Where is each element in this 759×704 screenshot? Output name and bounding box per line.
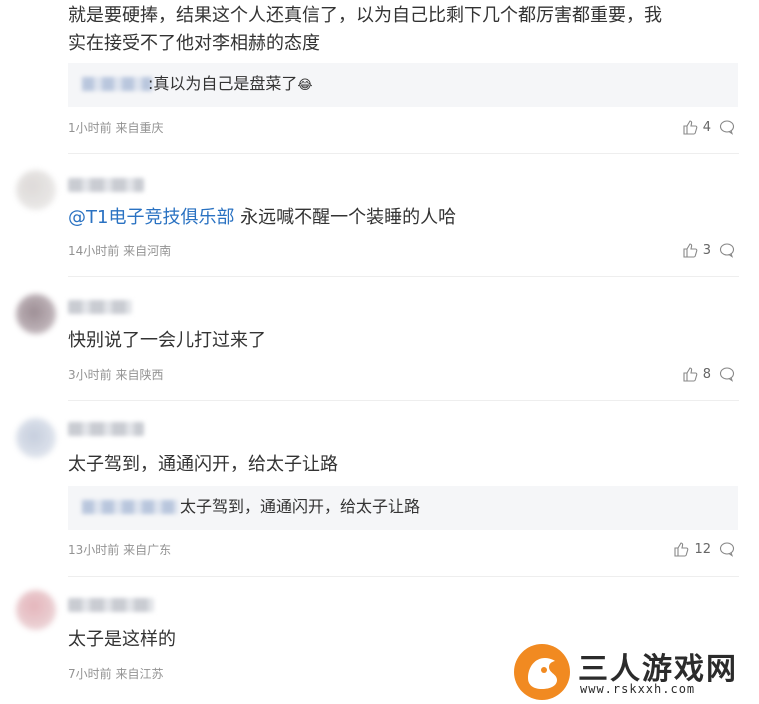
reply-username[interactable] (82, 500, 178, 514)
like-count: 8 (702, 366, 711, 382)
comment-meta: 13小时前 来自广东 (68, 543, 172, 557)
comment-bubble-icon[interactable] (719, 119, 735, 135)
comment-meta: 7小时前 来自江苏 (68, 667, 164, 681)
like-button[interactable]: 3 (682, 242, 711, 258)
username[interactable] (68, 178, 144, 192)
username[interactable] (68, 598, 154, 612)
like-button[interactable]: 12 (673, 541, 711, 557)
comment-text: 就是要硬捧，结果这个人还真信了，以为自己比剩下几个都厉害都重要，我 (68, 5, 662, 26)
comment-meta: 3小时前 来自陕西 (68, 368, 164, 382)
comment-meta: 1小时前 来自重庆 (68, 121, 164, 135)
site-url: www.rskxxh.com (580, 682, 696, 696)
divider (68, 400, 739, 401)
thumbs-up-icon (683, 243, 698, 258)
laugh-emoji-icon: 😂 (297, 78, 313, 93)
avatar[interactable] (16, 294, 56, 334)
comment-text: 快别说了一会儿打过来了 (68, 330, 266, 351)
like-button[interactable]: 8 (682, 366, 711, 382)
reply-text: :真以为自己是盘菜了😂 (148, 74, 313, 93)
reply-quote[interactable]: 太子驾到，通通闪开，给太子让路 (68, 486, 738, 530)
comment-bubble-icon[interactable] (719, 242, 735, 258)
comment-text: 实在接受不了他对李相赫的态度 (68, 33, 320, 54)
reply-quote[interactable]: :真以为自己是盘菜了😂 (68, 63, 738, 107)
thumbs-up-icon (674, 542, 689, 557)
comment-text: 太子驾到，通通闪开，给太子让路 (68, 454, 338, 475)
mention-link[interactable]: @T1电子竞技俱乐部 (68, 207, 234, 228)
thumbs-up-icon (683, 120, 698, 135)
like-count: 3 (702, 242, 711, 258)
divider (68, 576, 739, 577)
like-count: 12 (694, 541, 711, 557)
comment-bubble-icon[interactable] (719, 366, 735, 382)
divider (68, 153, 739, 154)
thumbs-up-icon (683, 367, 698, 382)
comment-bubble-icon[interactable] (719, 541, 735, 557)
divider (68, 276, 739, 277)
reply-text: 太子驾到，通通闪开，给太子让路 (180, 497, 421, 516)
avatar[interactable] (16, 590, 56, 630)
comment-meta: 14小时前 来自河南 (68, 244, 172, 258)
like-count: 4 (702, 119, 711, 135)
reply-username[interactable] (82, 77, 152, 91)
avatar[interactable] (16, 170, 56, 210)
avatar[interactable] (16, 418, 56, 458)
username[interactable] (68, 300, 132, 314)
site-logo-icon (514, 644, 570, 700)
username[interactable] (68, 422, 144, 436)
comment-text: @T1电子竞技俱乐部 永远喊不醒一个装睡的人哈 (68, 207, 457, 228)
site-watermark: 三人游戏网 www.rskxxh.com (512, 640, 759, 702)
like-button[interactable]: 4 (682, 119, 711, 135)
